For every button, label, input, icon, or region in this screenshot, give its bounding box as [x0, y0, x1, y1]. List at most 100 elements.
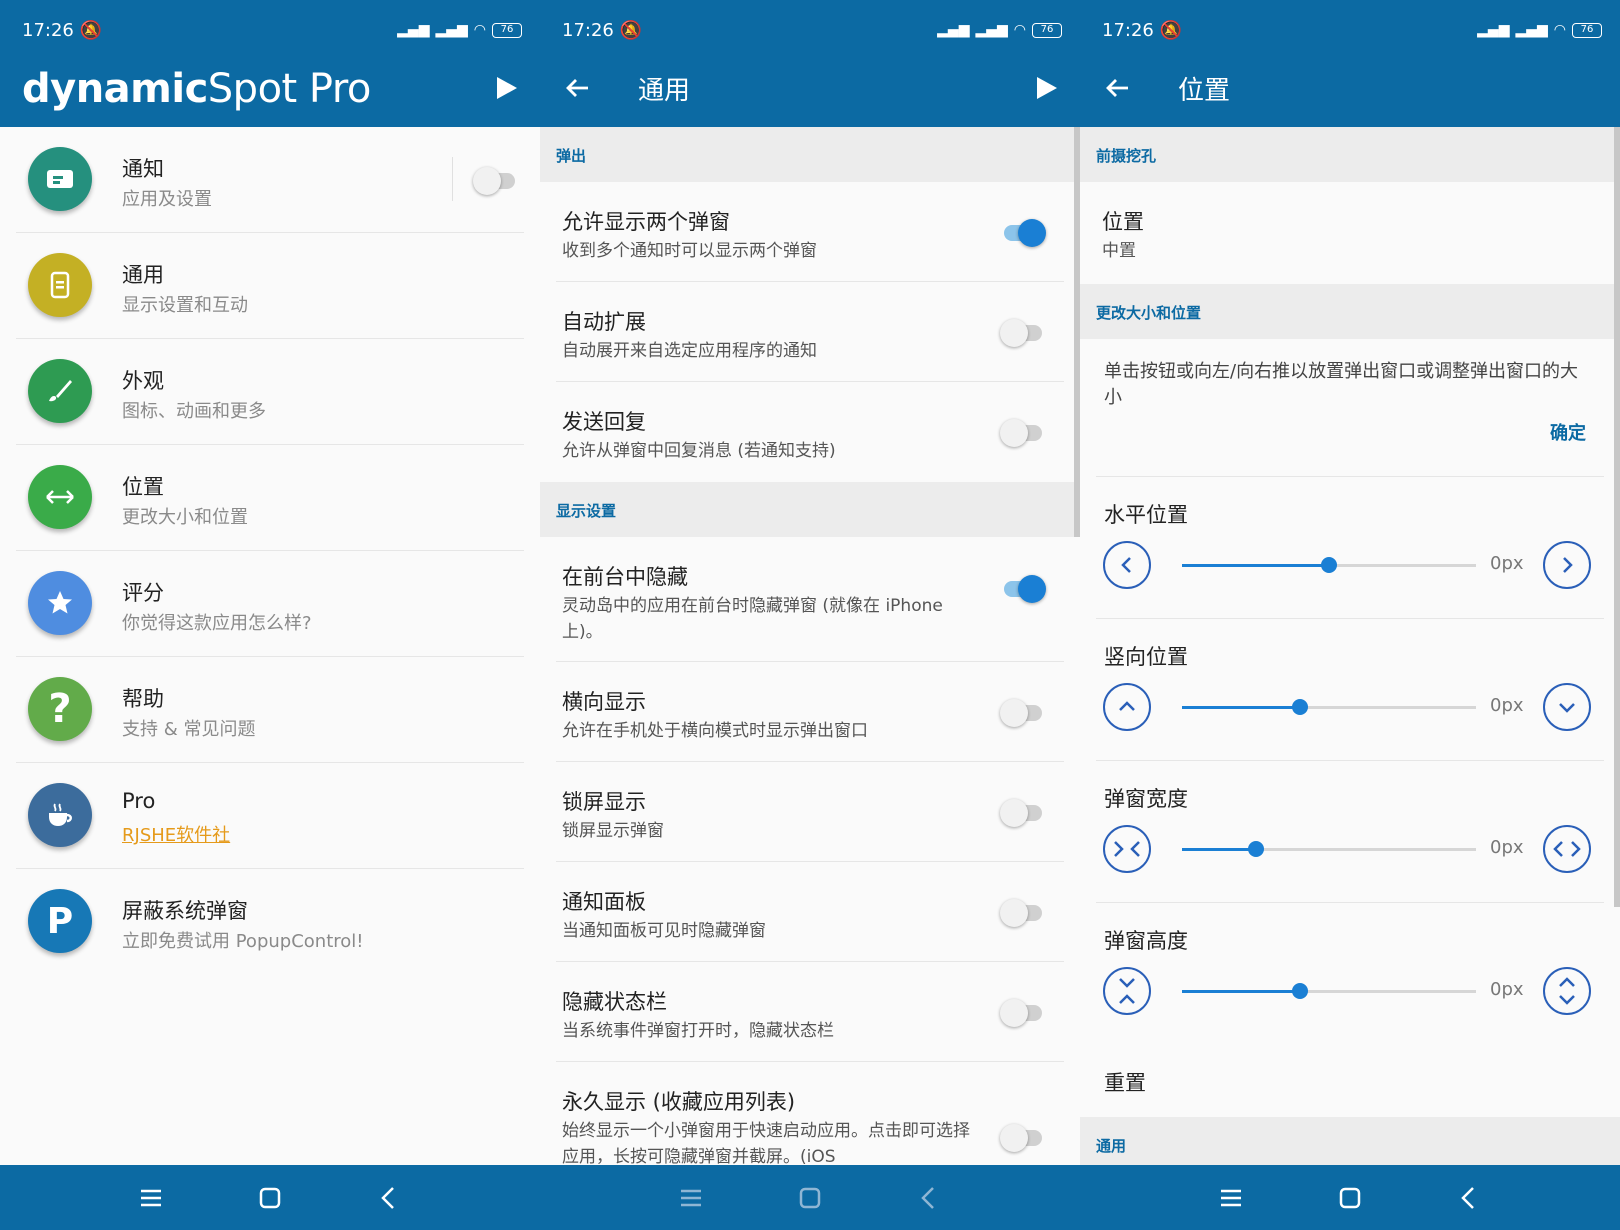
menu-item-title: 评分 [122, 581, 164, 605]
menu-item-appearance[interactable]: 外观 图标、动画和更多 [16, 339, 524, 445]
back-icon[interactable] [1454, 1183, 1484, 1213]
horizontal-position-slider: 水平位置 0px [1096, 477, 1604, 619]
arrow-left-icon[interactable] [1100, 70, 1136, 106]
expand-width-icon[interactable] [1543, 825, 1591, 873]
signal-icon: ▂▄▆ [937, 22, 970, 38]
setting-row[interactable]: 自动扩展 自动展开来自选定应用程序的通知 [556, 282, 1064, 382]
setting-title: 在前台中隐藏 [562, 565, 688, 589]
slider-label: 竖向位置 [1104, 645, 1188, 669]
notifications-toggle[interactable] [473, 165, 519, 195]
mute-icon: 🔕 [619, 20, 643, 41]
chevron-left-icon[interactable] [1103, 541, 1151, 589]
menu-item-title: 通知 [122, 157, 164, 181]
setting-subtitle: 始终显示一个小弹窗用于快速启动应用。点击即可选择应用，长按可隐藏弹窗并截屏。(i… [562, 1121, 970, 1165]
play-icon[interactable] [1030, 72, 1062, 104]
menu-icon[interactable] [1216, 1183, 1246, 1213]
home-icon[interactable] [255, 1183, 285, 1213]
chevron-down-icon[interactable] [1543, 683, 1591, 731]
setting-title: 横向显示 [562, 690, 646, 714]
back-icon[interactable] [914, 1183, 944, 1213]
setting-row[interactable]: 在前台中隐藏 灵动岛中的应用在前台时隐藏弹窗 (就像在 iPhone 上)。 [556, 537, 1064, 662]
setting-row[interactable]: 通知面板 当通知面板可见时隐藏弹窗 [556, 862, 1064, 962]
menu-item-help[interactable]: ? 帮助 支持 & 常见问题 [16, 657, 524, 763]
menu-item-title: 屏蔽系统弹窗 [122, 899, 248, 923]
signal-icon: ▂▄▆ [975, 22, 1008, 38]
pro-link[interactable]: RJSHE软件社 [122, 821, 230, 847]
chevron-up-icon[interactable] [1103, 683, 1151, 731]
menu-item-subtitle: 立即免费试用 PopupControl! [122, 931, 364, 952]
nav-bar [540, 1165, 1080, 1230]
setting-subtitle: 自动展开来自选定应用程序的通知 [562, 341, 817, 361]
setting-row[interactable]: 横向显示 允许在手机处于横向模式时显示弹出窗口 [556, 662, 1064, 762]
status-bar: 17:26 🔕 ▂▄▆ ▂▄▆ ◠ 76 [0, 0, 540, 50]
home-icon[interactable] [1335, 1183, 1365, 1213]
expand-height-icon[interactable] [1543, 967, 1591, 1015]
confirm-button[interactable]: 确定 [1550, 419, 1586, 445]
setting-toggle[interactable] [1000, 997, 1046, 1027]
menu-item-popupcontrol[interactable]: P 屏蔽系统弹窗 立即免费试用 PopupControl! [16, 869, 524, 975]
slider-track[interactable] [1182, 557, 1476, 573]
setting-toggle[interactable] [1000, 417, 1046, 447]
menu-item-position[interactable]: 位置 更改大小和位置 [16, 445, 524, 551]
setting-row[interactable]: 隐藏状态栏 当系统事件弹窗打开时，隐藏状态栏 [556, 962, 1064, 1062]
setting-subtitle: 锁屏显示弹窗 [562, 821, 664, 841]
arrows-icon [28, 465, 92, 529]
shrink-height-icon[interactable] [1103, 967, 1151, 1015]
slider-track[interactable] [1182, 699, 1476, 715]
slider-value: 0px [1490, 979, 1524, 1000]
setting-toggle[interactable] [1000, 897, 1046, 927]
menu-item-pro[interactable]: Pro RJSHE软件社 [16, 763, 524, 869]
slider-track[interactable] [1182, 983, 1476, 999]
slider-fill [1182, 706, 1300, 709]
popupcontrol-icon: P [28, 889, 92, 953]
setting-row[interactable]: 永久显示 (收藏应用列表) 始终显示一个小弹窗用于快速启动应用。点击即可选择应用… [556, 1062, 1064, 1165]
slider-thumb[interactable] [1321, 557, 1337, 573]
setting-toggle[interactable] [1000, 573, 1046, 603]
scrollbar[interactable] [1614, 127, 1620, 907]
position-select[interactable]: 位置 中置 [1096, 182, 1604, 284]
slider-thumb[interactable] [1291, 699, 1308, 715]
brush-icon [28, 359, 92, 423]
chevron-right-icon[interactable] [1543, 541, 1591, 589]
battery-icon: 76 [1032, 22, 1062, 38]
setting-row[interactable]: 锁屏显示 锁屏显示弹窗 [556, 762, 1064, 862]
setting-toggle[interactable] [1000, 317, 1046, 347]
home-icon[interactable] [795, 1183, 825, 1213]
setting-title: 通知面板 [562, 890, 646, 914]
status-time: 17:26 [22, 20, 74, 41]
popup-height-slider: 弹窗高度 0px [1096, 903, 1604, 1045]
section-header: 显示设置 [540, 482, 1080, 537]
wifi-icon: ◠ [473, 22, 486, 38]
menu-icon[interactable] [136, 1183, 166, 1213]
setting-toggle[interactable] [1000, 217, 1046, 247]
home-screen: 17:26 🔕 ▂▄▆ ▂▄▆ ◠ 76 dynamicSpot Pro 通知 … [0, 0, 540, 1230]
setting-row[interactable]: 发送回复 允许从弹窗中回复消息 (若通知支持) [556, 382, 1064, 482]
setting-toggle[interactable] [1000, 1122, 1046, 1152]
setting-toggle[interactable] [1000, 797, 1046, 827]
menu-item-notifications[interactable]: 通知 应用及设置 [16, 127, 524, 233]
menu-icon[interactable] [676, 1183, 706, 1213]
setting-title: 发送回复 [562, 410, 646, 434]
popup-width-slider: 弹窗宽度 0px [1096, 761, 1604, 903]
menu-item-rate[interactable]: 评分 你觉得这款应用怎么样? [16, 551, 524, 657]
setting-title: 位置 [1102, 210, 1144, 234]
setting-row[interactable]: 允许显示两个弹窗 收到多个通知时可以显示两个弹窗 [556, 182, 1064, 282]
menu-item-title: Pro [122, 789, 156, 813]
back-icon[interactable] [374, 1183, 404, 1213]
shrink-width-icon[interactable] [1103, 825, 1151, 873]
setting-toggle[interactable] [1000, 697, 1046, 727]
slider-track[interactable] [1182, 841, 1476, 857]
menu-item-general[interactable]: 通用 显示设置和互动 [16, 233, 524, 339]
slider-thumb[interactable] [1247, 841, 1264, 857]
menu-list: 通知 应用及设置 通用 显示设置和互动 外观 图标、动画和更多 位置 更改大小和… [0, 127, 540, 1165]
play-icon[interactable] [490, 72, 522, 104]
arrow-left-icon[interactable] [560, 70, 596, 106]
reset-button[interactable]: 重置 [1096, 1045, 1604, 1117]
divider [452, 157, 453, 201]
battery-icon: 76 [492, 22, 522, 38]
settings-list: 弹出 允许显示两个弹窗 收到多个通知时可以显示两个弹窗 自动扩展 自动展开来自选… [540, 127, 1080, 1165]
vertical-position-slider: 竖向位置 0px [1096, 619, 1604, 761]
setting-title: 允许显示两个弹窗 [562, 210, 730, 234]
slider-thumb[interactable] [1291, 983, 1308, 999]
slider-fill [1182, 848, 1256, 851]
